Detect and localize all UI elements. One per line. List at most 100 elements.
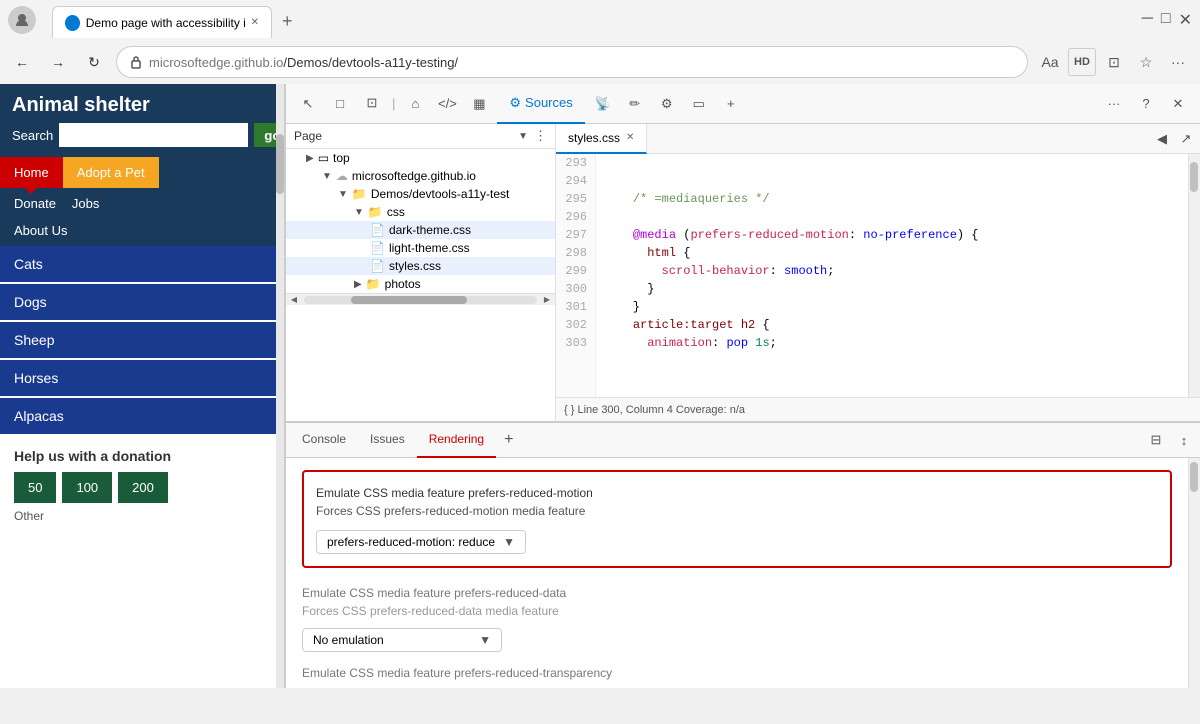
lock-icon — [129, 55, 143, 69]
add-panel-button[interactable]: + — [496, 431, 521, 449]
nav-home-link[interactable]: Home — [0, 157, 63, 188]
screenshot-button[interactable]: ⊡ — [1100, 48, 1128, 76]
more-button[interactable]: ··· — [1164, 48, 1192, 76]
code-line-296 — [604, 208, 1180, 226]
donation-buttons: 50 100 200 — [14, 472, 270, 503]
folder1-icon: 📁 — [352, 187, 367, 201]
profile-icon[interactable] — [8, 6, 36, 34]
paint-tool-btn[interactable]: ✏ — [621, 90, 649, 118]
sidebar-item-cats[interactable]: Cats — [0, 246, 284, 282]
tree-folder1[interactable]: ▼ 📁 Demos/devtools-a11y-test — [286, 185, 555, 203]
tree-arrow-folder1: ▼ — [338, 189, 348, 200]
sidebar-item-sheep[interactable]: Sheep — [0, 322, 284, 358]
tree-css-folder[interactable]: ▼ 📁 css — [286, 203, 555, 221]
close-devtools-button[interactable]: ✕ — [1164, 90, 1192, 118]
donation-title: Help us with a donation — [14, 448, 270, 464]
code-line-297: @media (prefers-reduced-motion: no-prefe… — [604, 226, 1180, 244]
new-tab-button[interactable]: + — [272, 5, 303, 38]
tree-photos-folder[interactable]: ▶ 📁 photos — [286, 275, 555, 293]
code-scrollbar[interactable] — [1188, 154, 1200, 397]
layers-tool-btn[interactable]: ▭ — [685, 90, 713, 118]
element-picker-button[interactable]: ↖ — [294, 90, 322, 118]
forward-button[interactable]: → — [44, 48, 72, 76]
panel-more-button[interactable]: ⋮ — [534, 128, 547, 144]
h-scroll-left-btn[interactable]: ◀ — [286, 294, 302, 306]
split-view-button[interactable]: ⊟ — [1144, 428, 1168, 452]
active-tab[interactable]: Demo page with accessibility iss ✕ — [52, 6, 272, 38]
nav-donate-link[interactable]: Donate — [14, 196, 56, 211]
tab-close-button[interactable]: ✕ — [251, 17, 259, 28]
search-input[interactable] — [59, 123, 248, 147]
issues-tab[interactable]: Issues — [358, 422, 417, 458]
sidebar-item-dogs[interactable]: Dogs — [0, 284, 284, 320]
rendering-tab[interactable]: Rendering — [417, 422, 496, 458]
tree-host[interactable]: ▼ ☁ microsoftedge.github.io — [286, 167, 555, 185]
code-line-302: article:target h2 { — [604, 316, 1180, 334]
sidebar-item-alpacas[interactable]: Alpacas — [0, 398, 284, 434]
reader-mode-button[interactable]: Aa — [1036, 48, 1064, 76]
other-link[interactable]: Other — [14, 509, 270, 523]
rendering-scrollbar[interactable] — [1188, 458, 1200, 688]
tree-icon-host: ☁ — [336, 169, 348, 183]
hd-button[interactable]: HD — [1068, 48, 1096, 76]
code-tool-btn[interactable]: </> — [433, 90, 461, 118]
page-label: Page — [294, 129, 518, 143]
sidebar-toggle-btn[interactable]: ◀ — [1152, 129, 1172, 149]
home-tool-btn[interactable]: ⌂ — [401, 90, 429, 118]
prefers-reduced-transparency-title: Emulate CSS media feature prefers-reduce… — [302, 664, 1172, 682]
tree-label-photos: photos — [385, 277, 421, 291]
tree-file-dark[interactable]: 📄 dark-theme.css — [286, 221, 555, 239]
dropdown-arrow: ▼ — [518, 131, 528, 142]
help-button[interactable]: ? — [1132, 90, 1160, 118]
nav-jobs-link[interactable]: Jobs — [72, 196, 99, 211]
prefers-reduced-motion-dropdown[interactable]: prefers-reduced-motion: reduce ▼ — [316, 530, 526, 554]
sidebar-item-horses[interactable]: Horses — [0, 360, 284, 396]
prefers-reduced-data-title: Emulate CSS media feature prefers-reduce… — [302, 584, 1172, 620]
h-scrollbar[interactable]: ◀ ▶ — [286, 293, 555, 305]
network-tool-btn[interactable]: ▦ — [465, 90, 493, 118]
device-toolbar-button[interactable]: □ — [326, 90, 354, 118]
donate-100-button[interactable]: 100 — [62, 472, 112, 503]
tree-file-styles[interactable]: 📄 styles.css — [286, 257, 555, 275]
back-button[interactable]: ← — [8, 48, 36, 76]
styles-css-tab[interactable]: styles.css ✕ — [556, 124, 647, 154]
url-text: microsoftedge.github.io/Demos/devtools-a… — [149, 55, 458, 70]
bottom-panel-settings[interactable]: ↕ — [1172, 428, 1196, 452]
minimize-button[interactable]: ─ — [1142, 10, 1153, 30]
prefers-reduced-data-section: Emulate CSS media feature prefers-reduce… — [302, 584, 1172, 652]
url-bar[interactable]: microsoftedge.github.io/Demos/devtools-a… — [116, 46, 1028, 78]
site-header: Animal shelter Search go — [0, 84, 284, 157]
sources-sidebar: Page ▼ ⋮ ▶ ▭ top ▼ ☁ microsoftedge.githu… — [286, 124, 556, 421]
h-scroll-right-btn[interactable]: ▶ — [539, 294, 555, 306]
restore-button[interactable]: □ — [1161, 10, 1171, 30]
prefers-reduced-data-dropdown[interactable]: No emulation ▼ — [302, 628, 502, 652]
console-tab[interactable]: Console — [290, 422, 358, 458]
styles-css-tab-close[interactable]: ✕ — [626, 132, 634, 143]
elements-tab-btn[interactable]: ⊡ — [358, 90, 386, 118]
settings-tool-btn[interactable]: ⚙ — [653, 90, 681, 118]
search-bar: Search go — [12, 123, 272, 147]
close-button[interactable]: ✕ — [1179, 10, 1192, 30]
editor-nav-btn2[interactable]: ↗ — [1176, 129, 1196, 149]
add-tool-btn[interactable]: + — [717, 90, 745, 118]
website-scrollbar[interactable] — [276, 84, 284, 688]
tree-top[interactable]: ▶ ▭ top — [286, 149, 555, 167]
donate-50-button[interactable]: 50 — [14, 472, 56, 503]
dropdown-value2: No emulation — [313, 633, 384, 647]
website-scrollbar-thumb — [276, 134, 284, 194]
tree-file-light[interactable]: 📄 light-theme.css — [286, 239, 555, 257]
donate-200-button[interactable]: 200 — [118, 472, 168, 503]
refresh-button[interactable]: ↻ — [80, 48, 108, 76]
tab-favicon — [65, 15, 80, 31]
css-folder-icon: 📁 — [368, 205, 383, 219]
wifi-tool-btn[interactable]: 📡 — [589, 90, 617, 118]
devtools-toolbar: ↖ □ ⊡ | ⌂ </> ▦ ⚙ Sources 📡 ✏ ⚙ ▭ + ··· … — [286, 84, 1200, 124]
donation-section: Help us with a donation 50 100 200 Other — [0, 436, 284, 535]
divider: | — [392, 96, 395, 111]
nav-adopt-link[interactable]: Adopt a Pet — [63, 157, 159, 188]
dropdown-arrow-icon: ▼ — [503, 535, 515, 549]
more-tools-button[interactable]: ··· — [1100, 90, 1128, 118]
favorites-button[interactable]: ☆ — [1132, 48, 1160, 76]
nav-about-link[interactable]: About Us — [14, 223, 67, 238]
sources-tab-button[interactable]: ⚙ Sources — [497, 84, 584, 124]
